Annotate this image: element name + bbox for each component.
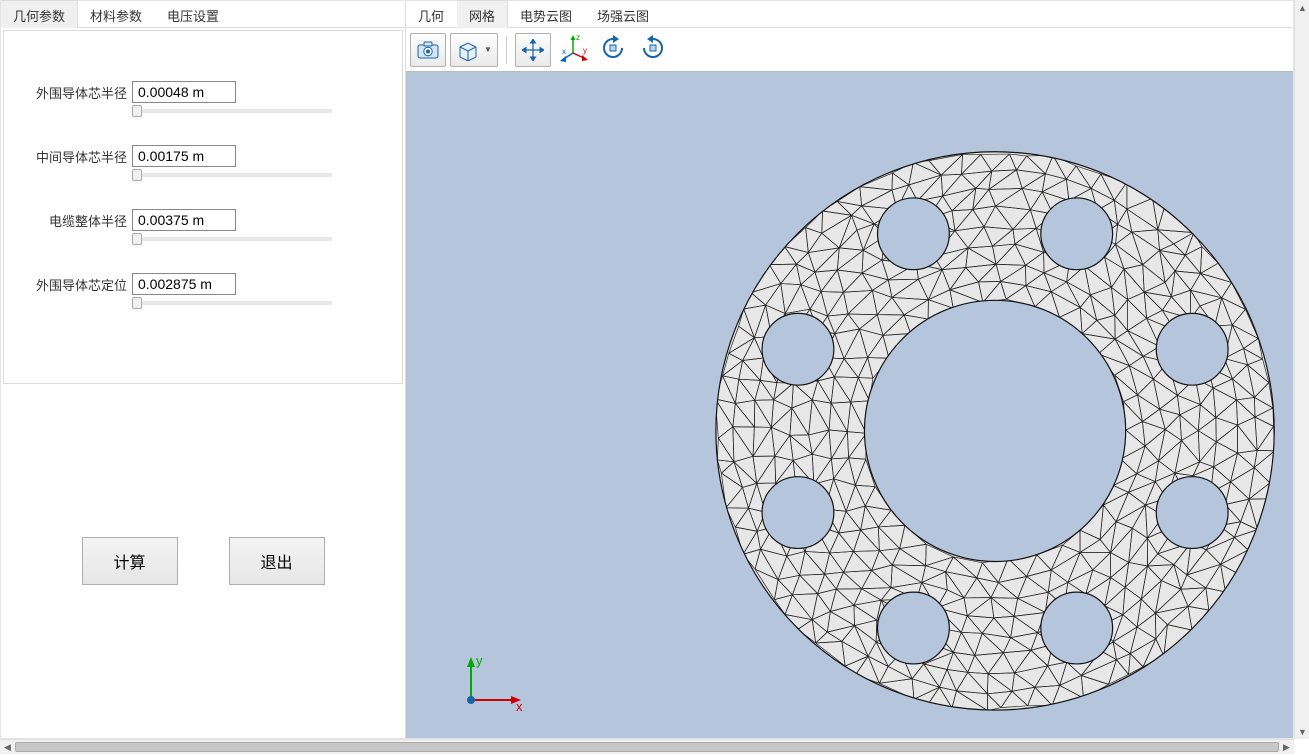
toolbar-divider bbox=[506, 36, 507, 64]
camera-icon bbox=[417, 41, 439, 59]
param-row: 外围导体芯半径 bbox=[32, 81, 374, 103]
param-label-outer-conductor-radius: 外围导体芯半径 bbox=[32, 83, 127, 102]
buttons-area: 计算 退出 bbox=[1, 384, 405, 738]
rotate-cw-button[interactable] bbox=[635, 33, 671, 67]
tab-geometry[interactable]: 几何 bbox=[406, 1, 457, 27]
xyz-axis-icon: z y x bbox=[558, 33, 588, 66]
param-row: 中间导体芯半径 bbox=[32, 145, 374, 167]
chevron-down-icon: ▼ bbox=[484, 45, 492, 54]
param-label-outer-conductor-position: 外围导体芯定位 bbox=[32, 275, 127, 294]
move-arrows-icon bbox=[522, 39, 544, 61]
rotate-cw-icon bbox=[639, 35, 667, 64]
tab-potential-contour[interactable]: 电势云图 bbox=[508, 1, 585, 27]
param-input-cable-radius[interactable] bbox=[132, 209, 236, 231]
scroll-right-icon[interactable]: ▶ bbox=[1279, 740, 1294, 755]
tab-field-contour[interactable]: 场强云图 bbox=[585, 1, 662, 27]
mesh-visualization bbox=[406, 72, 1293, 738]
svg-text:z: z bbox=[576, 33, 580, 42]
left-panel: 几何参数 材料参数 电压设置 外围导体芯半径 中间导体芯半径 电缆 bbox=[1, 1, 406, 738]
vertical-scrollbar[interactable]: ▲ ▼ bbox=[1294, 0, 1309, 739]
param-slider-outer-conductor-radius[interactable] bbox=[132, 109, 332, 113]
cube-icon bbox=[456, 39, 482, 61]
view-cube-button[interactable]: ▼ bbox=[450, 33, 498, 67]
svg-text:y: y bbox=[583, 46, 587, 55]
snapshot-button[interactable] bbox=[410, 33, 446, 67]
scroll-thumb[interactable] bbox=[15, 742, 1279, 752]
params-area: 外围导体芯半径 中间导体芯半径 电缆整体半径 bbox=[3, 30, 403, 384]
axis-orientation-button[interactable]: z y x bbox=[555, 33, 591, 67]
param-label-middle-conductor-radius: 中间导体芯半径 bbox=[32, 147, 127, 166]
param-slider-outer-conductor-position[interactable] bbox=[132, 301, 332, 305]
rotate-ccw-icon bbox=[599, 35, 627, 64]
horizontal-scrollbar[interactable]: ◀ ▶ bbox=[0, 739, 1294, 754]
axis-gizmo: x y bbox=[456, 655, 526, 718]
pan-button[interactable] bbox=[515, 33, 551, 67]
calculate-button[interactable]: 计算 bbox=[82, 537, 178, 585]
scroll-up-icon[interactable]: ▲ bbox=[1295, 0, 1309, 15]
rotate-ccw-button[interactable] bbox=[595, 33, 631, 67]
axis-y-label: y bbox=[476, 655, 483, 668]
right-panel: 几何 网格 电势云图 场强云图 ▼ bbox=[406, 1, 1293, 738]
param-input-outer-conductor-radius[interactable] bbox=[132, 81, 236, 103]
left-tabs: 几何参数 材料参数 电压设置 bbox=[1, 1, 405, 28]
param-input-outer-conductor-position[interactable] bbox=[132, 273, 236, 295]
exit-button[interactable]: 退出 bbox=[229, 537, 325, 585]
param-slider-cable-radius[interactable] bbox=[132, 237, 332, 241]
svg-text:x: x bbox=[562, 47, 566, 56]
tab-mesh[interactable]: 网格 bbox=[457, 0, 508, 28]
param-row: 外围导体芯定位 bbox=[32, 273, 374, 295]
view-toolbar: ▼ z y x bbox=[406, 28, 1293, 72]
param-row: 电缆整体半径 bbox=[32, 209, 374, 231]
param-input-middle-conductor-radius[interactable] bbox=[132, 145, 236, 167]
tab-voltage-settings[interactable]: 电压设置 bbox=[155, 1, 232, 27]
axis-x-label: x bbox=[516, 699, 523, 714]
tab-geometry-params[interactable]: 几何参数 bbox=[1, 0, 78, 28]
param-label-cable-radius: 电缆整体半径 bbox=[32, 211, 127, 230]
right-tabs: 几何 网格 电势云图 场强云图 bbox=[406, 1, 1293, 28]
mesh-canvas[interactable]: x y bbox=[406, 72, 1293, 738]
scroll-down-icon[interactable]: ▼ bbox=[1295, 724, 1309, 739]
scroll-left-icon[interactable]: ◀ bbox=[0, 740, 15, 755]
param-slider-middle-conductor-radius[interactable] bbox=[132, 173, 332, 177]
tab-material-params[interactable]: 材料参数 bbox=[78, 1, 155, 27]
